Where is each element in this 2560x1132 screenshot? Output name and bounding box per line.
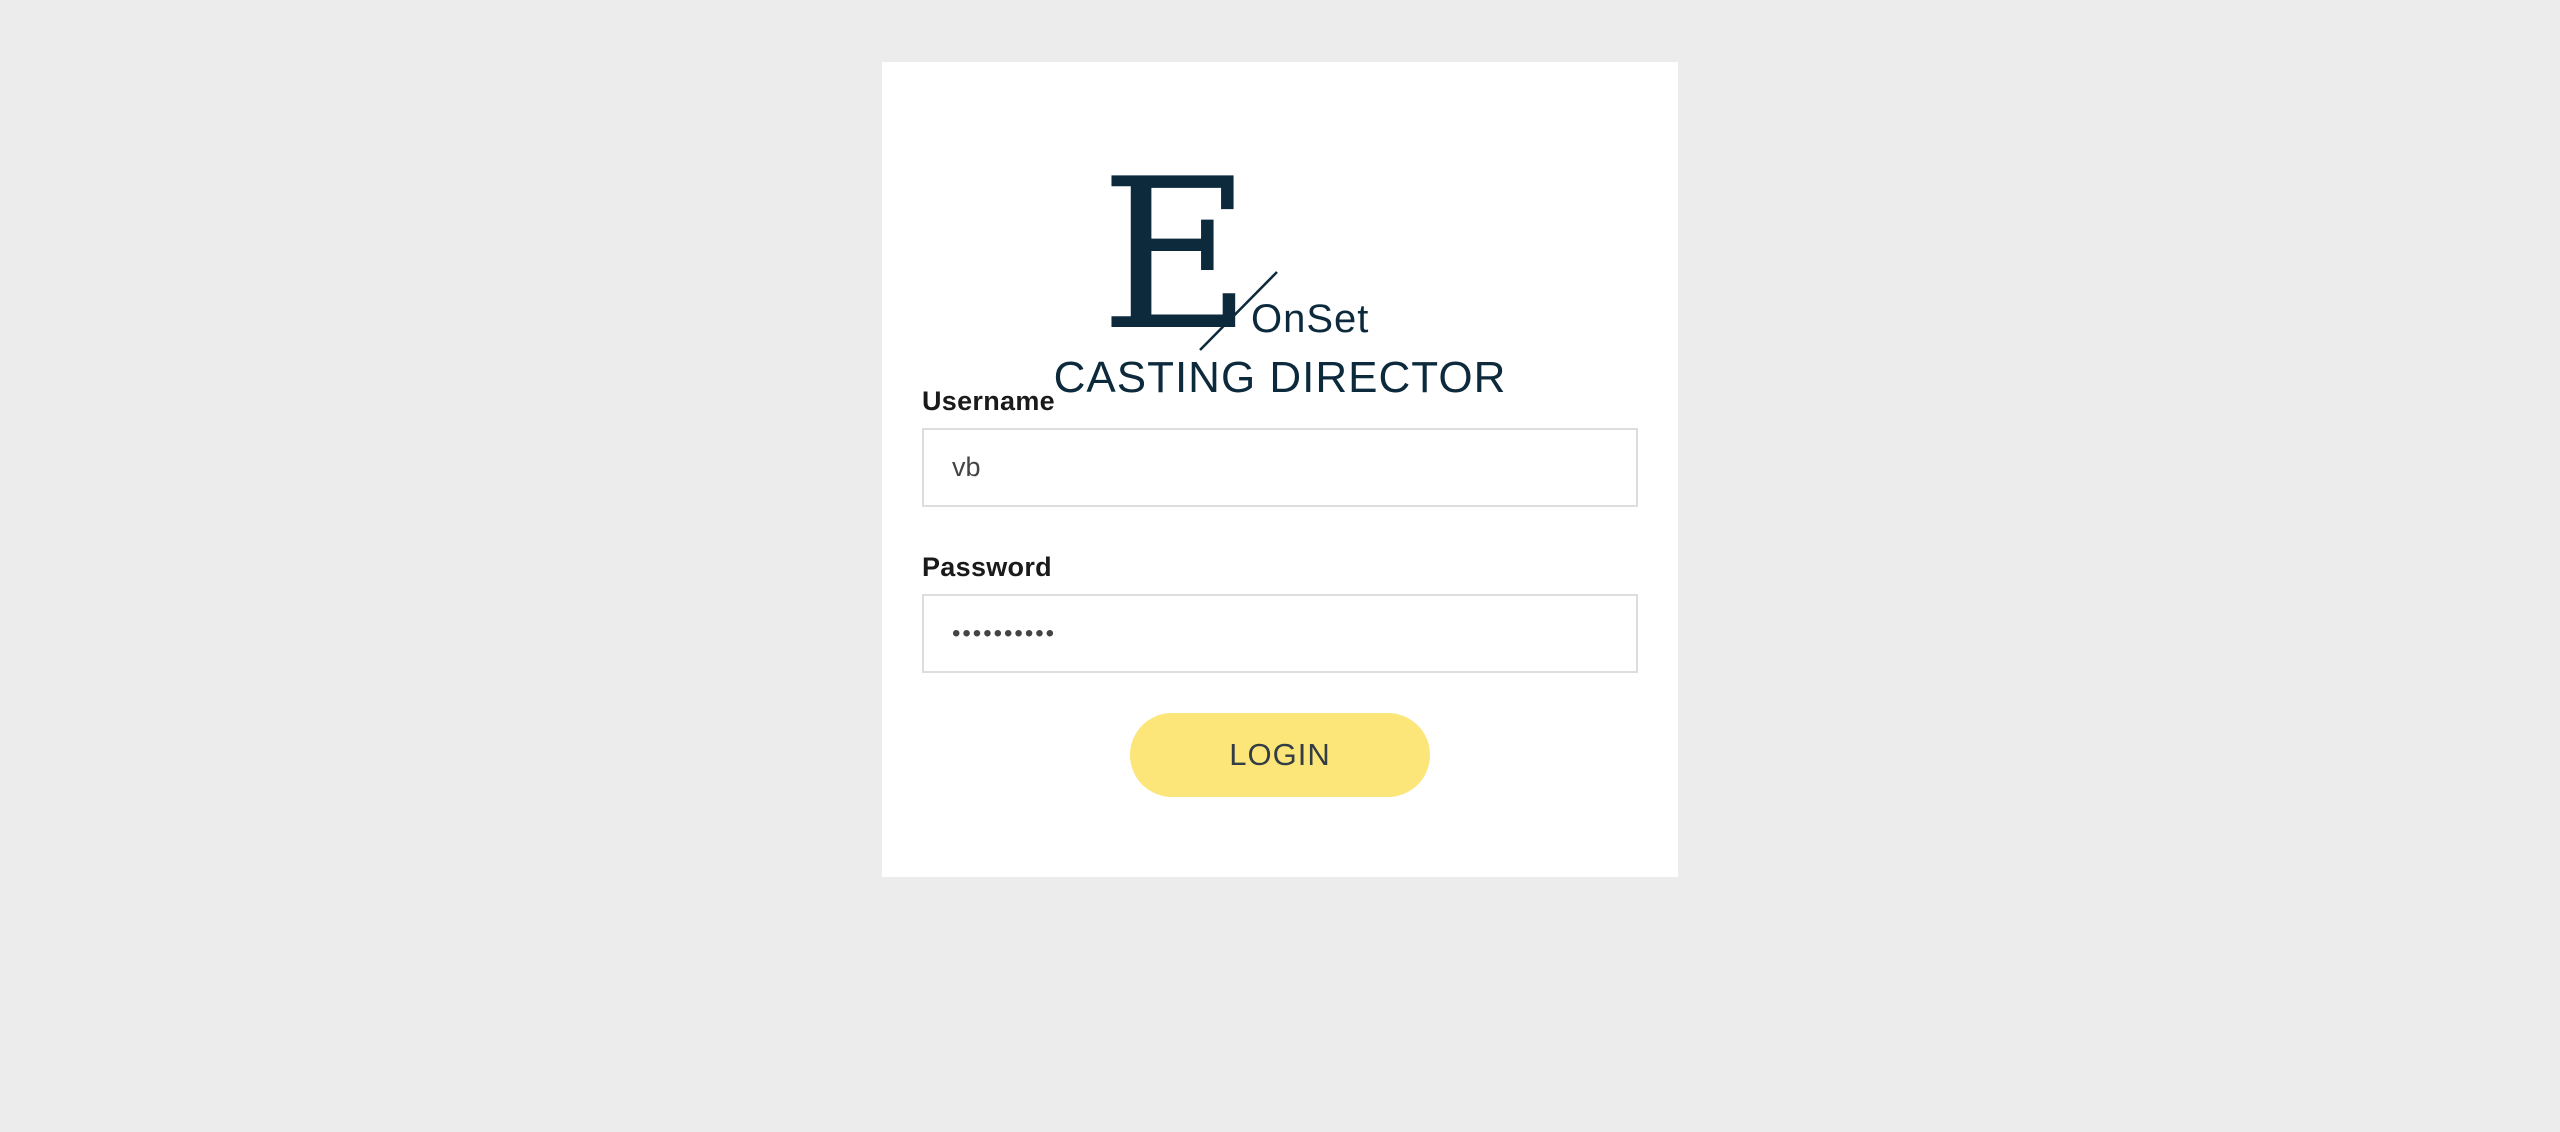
logo-graphic: E OnSet CASTING DIRECTOR [1054,135,1507,402]
password-label: Password [922,552,1052,582]
logo-word: OnSet [1251,297,1369,341]
login-button[interactable]: LOGIN [1130,713,1430,797]
login-card: E OnSet CASTING DIRECTOR Username Passwo… [882,62,1678,877]
logo-tagline: CASTING DIRECTOR [1054,353,1507,402]
logo-letter: E [1100,135,1252,377]
eonset-logo: E OnSet CASTING DIRECTOR [882,102,1678,412]
username-label: Username [922,386,1055,416]
username-input[interactable] [922,428,1638,507]
password-input[interactable] [922,594,1638,673]
